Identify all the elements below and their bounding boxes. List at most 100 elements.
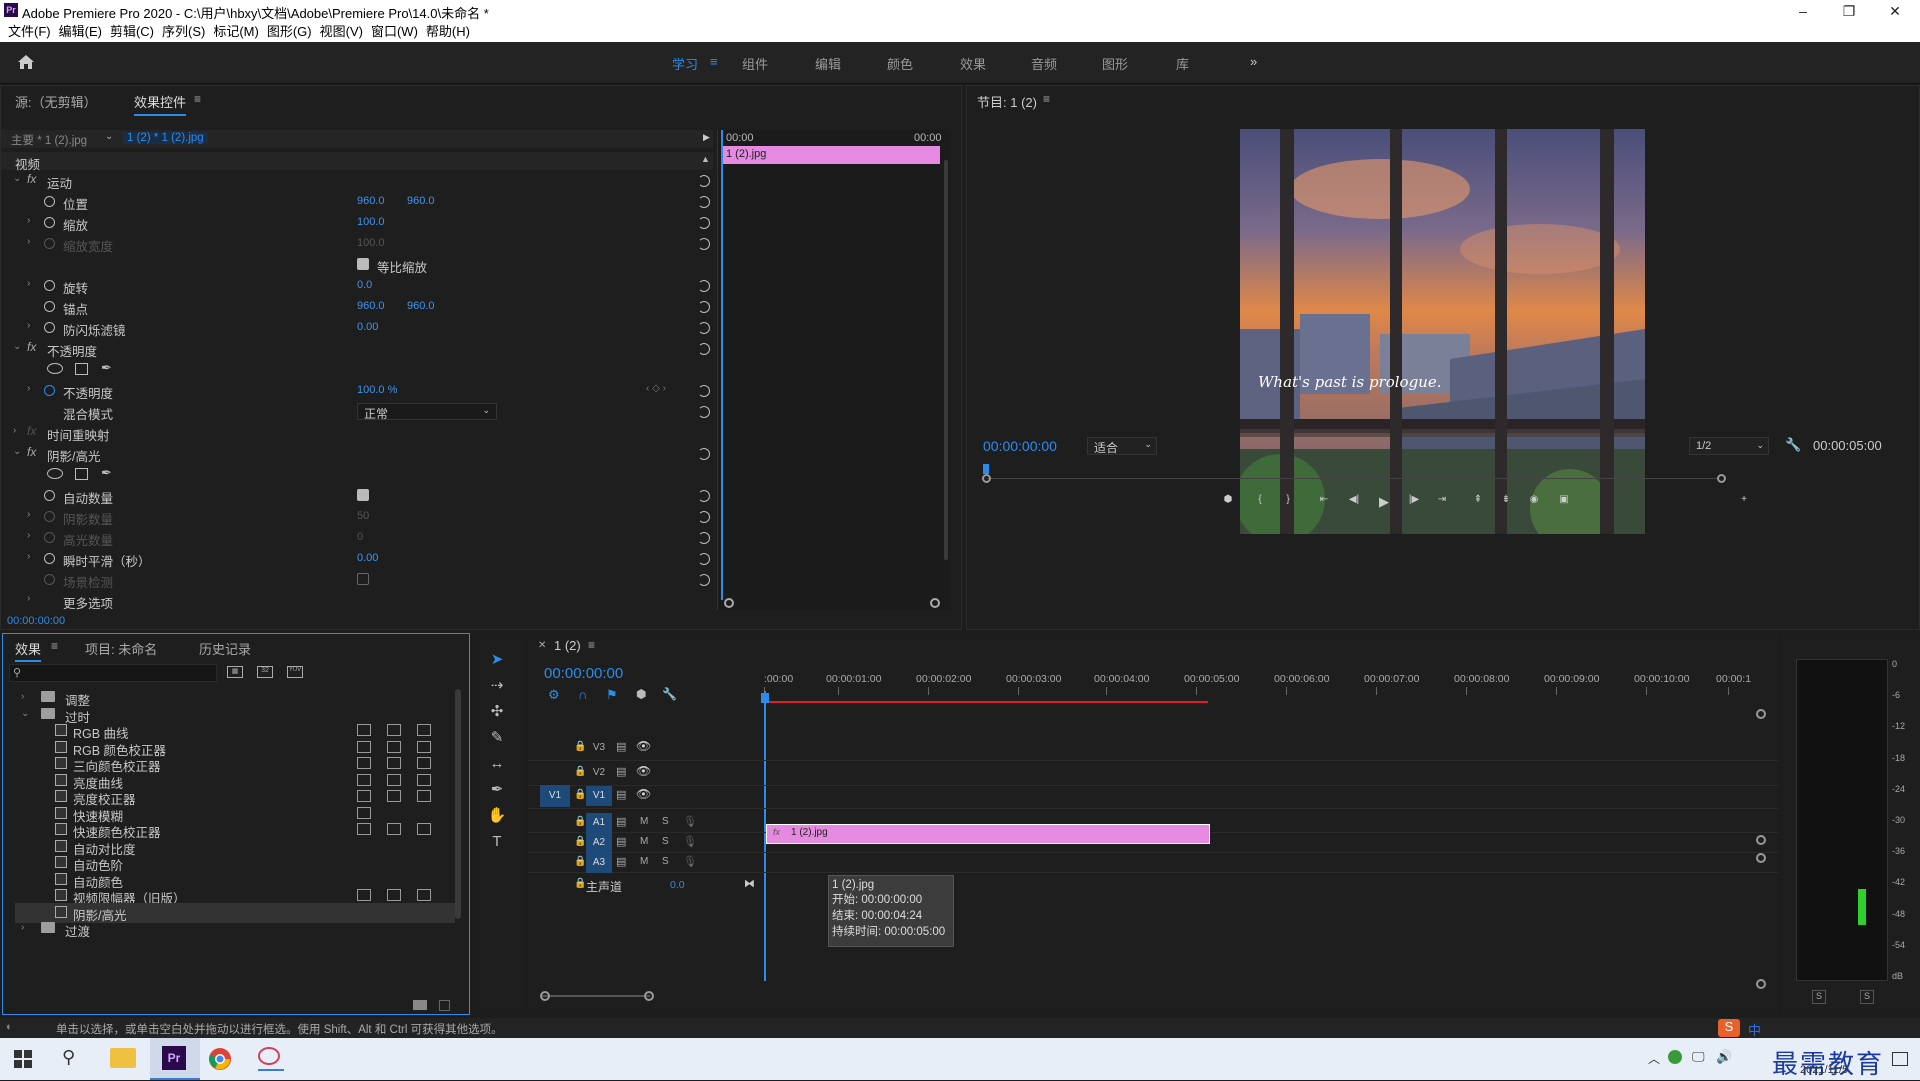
microphone-icon[interactable]: 🎙 bbox=[683, 855, 697, 868]
property-value[interactable]: 960.0 bbox=[407, 300, 435, 312]
effects-scrollbar[interactable] bbox=[455, 689, 461, 919]
pen-mask-icon[interactable]: ✒ bbox=[101, 465, 112, 481]
eye-icon[interactable]: 👁 bbox=[636, 787, 651, 801]
chevron-right-icon[interactable]: › bbox=[21, 691, 24, 702]
chevron-right-icon[interactable]: › bbox=[27, 236, 30, 247]
type-tool-icon[interactable]: T bbox=[486, 831, 508, 853]
wrench-icon[interactable]: 🔧 bbox=[1785, 437, 1801, 453]
fit-dropdown[interactable]: 适合 ⌄ bbox=[1087, 437, 1157, 455]
chevron-right-icon[interactable]: › bbox=[27, 509, 30, 520]
film-toggle-icon[interactable]: ▤ bbox=[616, 765, 626, 778]
property-value[interactable]: 100.0 % bbox=[357, 384, 397, 396]
stopwatch-icon[interactable] bbox=[44, 280, 55, 291]
hand-tool-icon[interactable]: ✋ bbox=[486, 805, 508, 827]
chevron-right-icon[interactable]: › bbox=[27, 215, 30, 226]
restore-button[interactable]: ❐ bbox=[1826, 0, 1872, 22]
playhead-handle[interactable] bbox=[761, 693, 769, 703]
track-target-v2[interactable]: V2 bbox=[586, 763, 612, 783]
stopwatch-icon[interactable] bbox=[44, 490, 55, 501]
reset-icon[interactable] bbox=[698, 532, 710, 544]
rectangle-mask-icon[interactable] bbox=[75, 468, 88, 480]
tab-project[interactable]: 项目: 未命名 bbox=[85, 639, 157, 658]
workspace-tab-0[interactable]: 学习 bbox=[672, 54, 698, 73]
stopwatch-icon[interactable] bbox=[44, 511, 55, 522]
panel-menu-icon[interactable]: ≡ bbox=[194, 92, 201, 106]
chrome-icon[interactable] bbox=[208, 1047, 232, 1071]
sequence-clip-label[interactable]: 1 (2) * 1 (2).jpg bbox=[123, 132, 208, 144]
solo-left-button[interactable]: S bbox=[1812, 990, 1826, 1004]
razor-tool-icon[interactable]: ✎ bbox=[486, 727, 508, 749]
property-value[interactable]: 100.0 bbox=[357, 237, 385, 249]
chevron-right-icon[interactable]: › bbox=[27, 593, 30, 604]
property-value[interactable]: 960.0 bbox=[357, 300, 385, 312]
timeline-zoom-bar[interactable] bbox=[540, 995, 650, 997]
mini-clip-bar[interactable]: 1 (2).jpg bbox=[722, 146, 940, 164]
lock-icon[interactable]: 🔒 bbox=[574, 836, 586, 847]
solo-button[interactable]: S bbox=[662, 836, 669, 847]
menu-item-2[interactable]: 剪辑(C) bbox=[110, 22, 154, 42]
track-target-v3[interactable]: V3 bbox=[586, 738, 612, 758]
extract-icon[interactable]: ⇟ bbox=[1499, 494, 1513, 508]
film-toggle-icon[interactable]: ▤ bbox=[616, 740, 626, 753]
reset-icon[interactable] bbox=[698, 196, 710, 208]
sogou-ime-icon[interactable]: S bbox=[1718, 1019, 1740, 1037]
stopwatch-icon[interactable] bbox=[44, 196, 55, 207]
chevron-right-icon[interactable]: › bbox=[27, 383, 30, 394]
solo-button[interactable]: S bbox=[662, 816, 669, 827]
reset-icon[interactable] bbox=[698, 217, 710, 229]
stopwatch-icon[interactable] bbox=[44, 322, 55, 333]
ime-mode[interactable]: 中 bbox=[1748, 1020, 1761, 1039]
ripple-edit-tool-icon[interactable]: ✣ bbox=[486, 701, 508, 723]
solo-button[interactable]: S bbox=[662, 856, 669, 867]
source-patch-v1[interactable]: V1 bbox=[540, 785, 570, 807]
lock-icon[interactable]: 🔒 bbox=[574, 816, 586, 827]
chevron-down-icon[interactable]: ⌄ bbox=[13, 446, 21, 457]
track-target-a3[interactable]: A3 bbox=[586, 853, 612, 873]
reset-icon[interactable] bbox=[698, 280, 710, 292]
go-to-end-icon[interactable]: ⧓ bbox=[744, 877, 755, 890]
fx-icon[interactable]: fx bbox=[27, 445, 36, 459]
play-icon[interactable]: ▶ bbox=[1377, 494, 1391, 509]
reset-icon[interactable] bbox=[698, 553, 710, 565]
menu-item-7[interactable]: 窗口(W) bbox=[371, 22, 418, 42]
play-arrow-icon[interactable]: ▶ bbox=[703, 132, 710, 143]
zoom-handle-right[interactable] bbox=[930, 598, 940, 608]
add-marker-icon[interactable]: ⬢ bbox=[1221, 494, 1235, 508]
volume-icon[interactable]: 🔊 bbox=[1716, 1049, 1732, 1065]
stopwatch-icon[interactable] bbox=[44, 385, 55, 396]
property-value[interactable]: 0.00 bbox=[357, 321, 378, 333]
reset-icon[interactable] bbox=[698, 448, 710, 460]
workspace-tab-4[interactable]: 效果 bbox=[960, 54, 986, 73]
panel-menu-icon[interactable]: ≡ bbox=[1043, 92, 1050, 106]
chevron-down-icon[interactable]: ⌄ bbox=[21, 708, 29, 719]
scroll-handle-right[interactable] bbox=[1717, 474, 1726, 483]
property-value[interactable]: 960.0 bbox=[357, 195, 385, 207]
zoom-handle-left[interactable] bbox=[540, 991, 550, 1001]
go-to-out-icon[interactable]: ⇥ bbox=[1435, 494, 1449, 508]
workspace-tab-1[interactable]: 组件 bbox=[742, 54, 768, 73]
track-select-tool-icon[interactable]: ⇢ bbox=[486, 675, 508, 697]
stopwatch-icon[interactable] bbox=[44, 553, 55, 564]
timeline-clip[interactable]: fx 1 (2).jpg bbox=[766, 824, 1210, 844]
menu-item-1[interactable]: 编辑(E) bbox=[59, 22, 102, 42]
mute-button[interactable]: M bbox=[640, 836, 648, 847]
trash-icon[interactable] bbox=[439, 1000, 450, 1011]
chevron-right-icon[interactable]: › bbox=[13, 425, 16, 436]
home-icon[interactable] bbox=[16, 52, 36, 72]
a-scroll-handle[interactable] bbox=[1756, 853, 1766, 863]
chevron-right-icon[interactable]: › bbox=[27, 278, 30, 289]
rectangle-mask-icon[interactable] bbox=[75, 363, 88, 375]
microphone-icon[interactable]: 🎙 bbox=[683, 835, 697, 848]
quality-dropdown[interactable]: 1/2 ⌄ bbox=[1689, 437, 1769, 455]
v-scroll-handle[interactable] bbox=[1756, 709, 1766, 719]
sync-lock-icon[interactable]: ▤ bbox=[616, 855, 626, 868]
tab-source[interactable]: 源:（无剪辑） bbox=[15, 92, 97, 111]
sync-lock-icon[interactable]: ▤ bbox=[616, 815, 626, 828]
auto-amount-checkbox[interactable] bbox=[357, 489, 369, 501]
mini-scrollbar[interactable] bbox=[944, 160, 948, 560]
workspace-tab-7[interactable]: 库 bbox=[1176, 54, 1189, 73]
new-bin-icon[interactable] bbox=[413, 1000, 427, 1010]
lock-icon[interactable]: 🔒 bbox=[574, 878, 586, 889]
microphone-icon[interactable]: 🎙 bbox=[683, 815, 697, 828]
file-explorer-icon[interactable] bbox=[110, 1048, 136, 1068]
